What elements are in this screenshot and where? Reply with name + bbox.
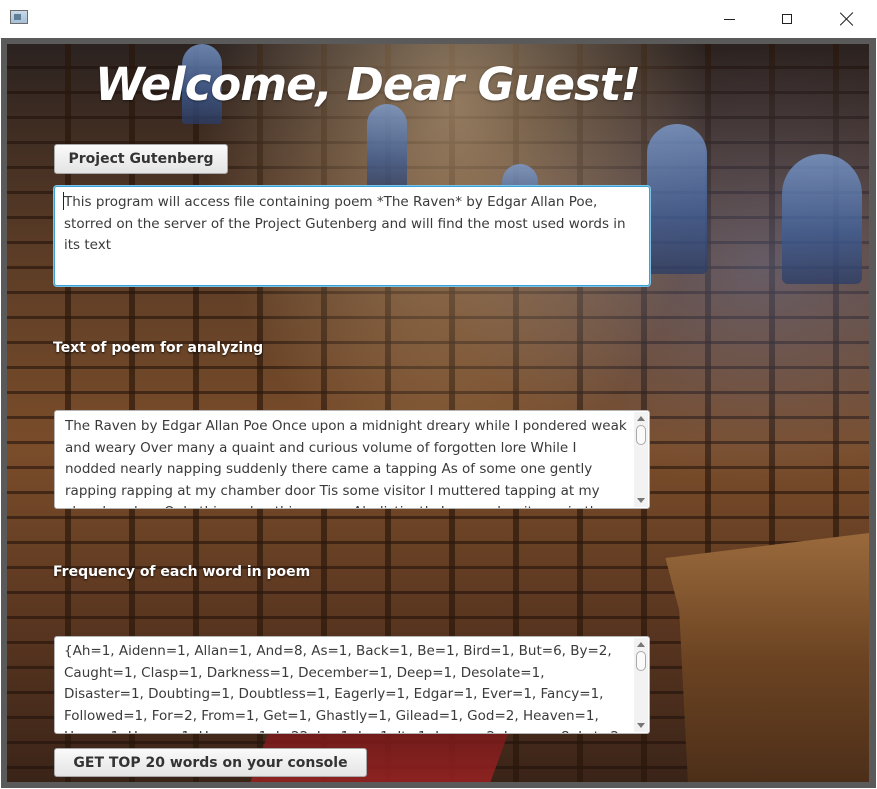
frequency-label: Frequency of each word in poem xyxy=(53,564,311,580)
wooden-lectern xyxy=(665,532,869,782)
stained-glass-window xyxy=(367,104,407,194)
frequency-text: {Ah=1, Aidenn=1, Allan=1, And=8, As=1, B… xyxy=(64,643,623,733)
intro-text: This program will access file containing… xyxy=(64,194,626,253)
scroll-up-arrow-icon[interactable] xyxy=(637,416,645,421)
scroll-down-arrow-icon[interactable] xyxy=(637,498,645,503)
stained-glass-window xyxy=(647,124,707,274)
text-caret xyxy=(63,192,64,210)
poem-label: Text of poem for analyzing xyxy=(53,340,264,356)
poem-text-area[interactable]: The Raven by Edgar Allan Poe Once upon a… xyxy=(54,410,650,509)
scroll-thumb[interactable] xyxy=(636,425,646,445)
frequency-text-area[interactable]: {Ah=1, Aidenn=1, Allan=1, And=8, As=1, B… xyxy=(54,636,650,734)
close-icon xyxy=(840,12,854,26)
stained-glass-window xyxy=(782,154,862,284)
close-button[interactable] xyxy=(818,0,876,38)
minimize-button[interactable] xyxy=(700,0,758,38)
scroll-thumb[interactable] xyxy=(636,651,646,671)
title-bar xyxy=(0,0,877,39)
poem-scrollbar[interactable] xyxy=(634,412,648,507)
java-app-icon xyxy=(10,10,28,24)
get-top-20-button[interactable]: GET TOP 20 words on your console xyxy=(54,748,367,777)
welcome-title: Welcome, Dear Guest! xyxy=(95,58,641,111)
maximize-icon xyxy=(782,14,792,24)
intro-text-area[interactable]: This program will access file containing… xyxy=(54,186,650,286)
frequency-scrollbar[interactable] xyxy=(634,638,648,732)
maximize-button[interactable] xyxy=(758,0,816,38)
scroll-down-arrow-icon[interactable] xyxy=(637,723,645,728)
minimize-icon xyxy=(723,18,735,20)
project-gutenberg-button[interactable]: Project Gutenberg xyxy=(54,144,228,174)
poem-text: The Raven by Edgar Allan Poe Once upon a… xyxy=(65,418,627,508)
scroll-up-arrow-icon[interactable] xyxy=(637,642,645,647)
